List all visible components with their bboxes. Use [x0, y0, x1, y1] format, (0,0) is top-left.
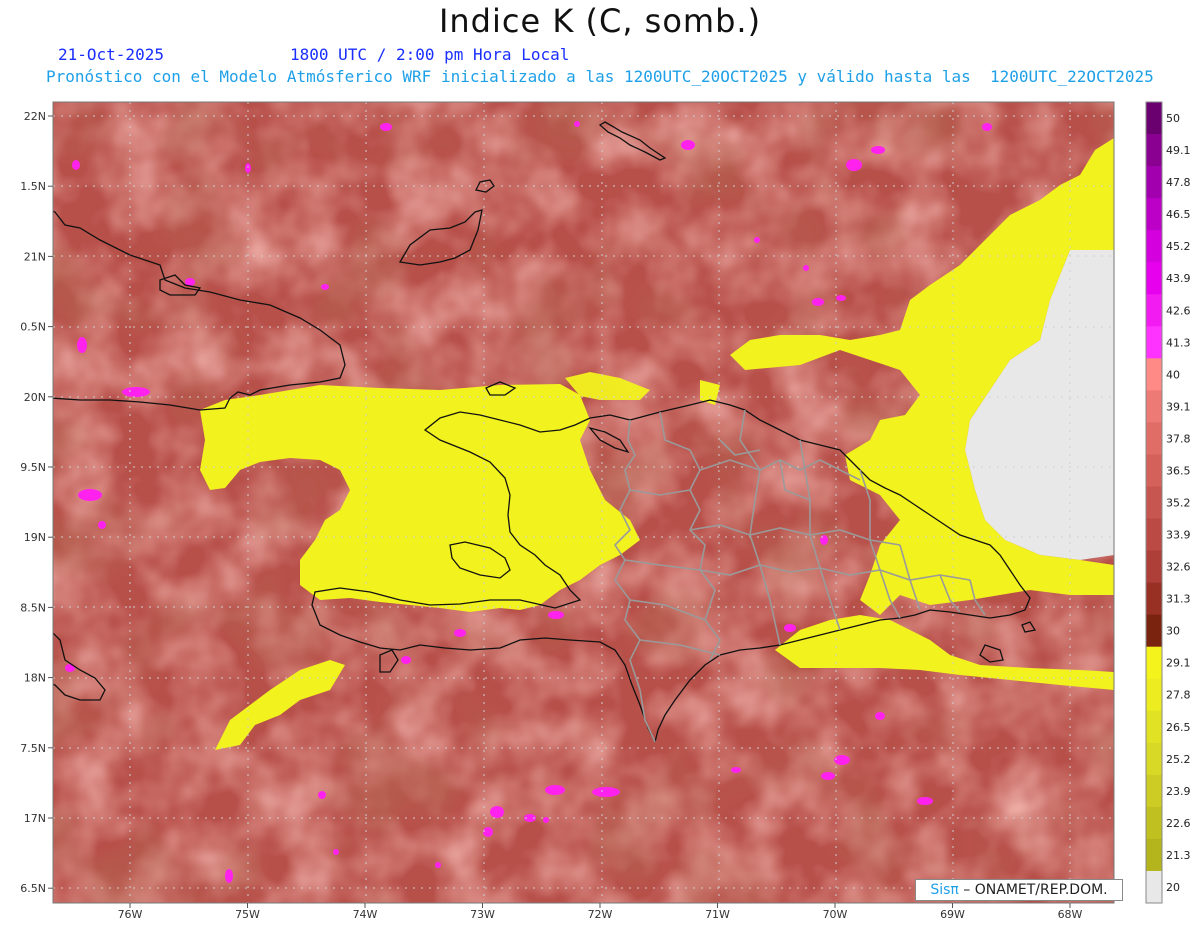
colorbar-label: 23.9	[1166, 785, 1191, 798]
colorbar-swatch	[1146, 774, 1162, 808]
lon-label: 76W	[118, 908, 143, 921]
colorbar-label: 50	[1166, 112, 1180, 125]
colorbar-label: 33.9	[1166, 529, 1191, 542]
lat-label: 8.5N	[20, 601, 46, 614]
colorbar-swatch	[1146, 294, 1162, 327]
colorbar-label: 25.2	[1166, 753, 1191, 766]
lat-label: 0.5N	[20, 321, 46, 334]
colorbar-swatch	[1146, 486, 1162, 520]
colorbar-label: 41.3	[1166, 336, 1191, 349]
colorbar-label: 45.2	[1166, 240, 1191, 253]
latitude-labels: 22N 1.5N 21N 0.5N 20N 9.5N 19N 8.5N 18N 7.5N 17N 6.…	[20, 110, 53, 895]
colorbar-swatch	[1146, 102, 1162, 135]
lat-label: 19N	[24, 531, 46, 544]
shaded-field	[53, 102, 1114, 903]
lat-label: 17N	[24, 812, 46, 825]
colorbar-swatch	[1146, 134, 1162, 167]
colorbar-swatch	[1146, 806, 1162, 840]
lon-label: 71W	[705, 908, 730, 921]
lon-label: 72W	[588, 908, 613, 921]
colorbar-label: 21.3	[1166, 849, 1191, 862]
lon-label: 70W	[823, 908, 848, 921]
k-index-map: 22N 1.5N 21N 0.5N 20N 9.5N 19N 8.5N 18N 7.5N 17N 6.…	[20, 101, 1191, 921]
longitude-labels: 76W 75W 74W 73W 72W 71W 70W 69W 68W	[118, 903, 1083, 921]
colorbar-swatch	[1146, 646, 1162, 680]
lon-label: 69W	[940, 908, 965, 921]
colorbar-label: 42.6	[1166, 304, 1191, 317]
colorbar-swatch	[1146, 518, 1162, 552]
colorbar-label: 37.8	[1166, 432, 1191, 445]
colorbar-label: 46.5	[1166, 208, 1191, 221]
colorbar-label: 31.3	[1166, 593, 1191, 606]
colorbar-swatch	[1146, 262, 1162, 295]
colorbar-swatch	[1146, 838, 1162, 872]
colorbar-label: 40	[1166, 368, 1180, 381]
credit-text: – ONAMET/REP.DOM.	[958, 882, 1108, 898]
lat-label: 18N	[24, 672, 46, 685]
colorbar-swatch	[1146, 198, 1162, 231]
colorbar-label: 20	[1166, 881, 1180, 894]
colorbar-label: 47.8	[1166, 176, 1191, 189]
lon-label: 73W	[470, 908, 495, 921]
colorbar-swatch	[1146, 454, 1162, 487]
colorbar-label: 39.1	[1166, 400, 1191, 413]
lat-label: 6.5N	[20, 882, 46, 895]
colorbar-label: 30	[1166, 625, 1180, 638]
colorbar-label: 36.5	[1166, 464, 1191, 477]
colorbar-swatch	[1146, 678, 1162, 712]
colorbar-swatch	[1146, 742, 1162, 776]
colorbar-label: 43.9	[1166, 272, 1191, 285]
lon-label: 68W	[1058, 908, 1083, 921]
colorbar-swatch	[1146, 166, 1162, 199]
colorbar-label: 29.1	[1166, 657, 1191, 670]
colorbar-label: 26.5	[1166, 721, 1191, 734]
colorbar-swatch	[1146, 390, 1162, 423]
lon-label: 74W	[353, 908, 378, 921]
colorbar-label: 32.6	[1166, 561, 1191, 574]
colorbar-swatch	[1146, 550, 1162, 584]
lat-label: 7.5N	[20, 742, 46, 755]
sis-logo: Sisπ	[930, 882, 959, 898]
colorbar-label: 35.2	[1166, 497, 1191, 510]
colorbar-swatch	[1146, 710, 1162, 744]
colorbar-label: 22.6	[1166, 817, 1191, 830]
colorbar-label: 49.1	[1166, 144, 1191, 157]
lat-label: 21N	[24, 250, 46, 263]
credit-box: Sisπ – ONAMET/REP.DOM.	[915, 879, 1123, 901]
colorbar-swatch	[1146, 870, 1162, 904]
lon-label: 75W	[235, 908, 260, 921]
colorbar-label: 27.8	[1166, 689, 1191, 702]
lat-label: 22N	[24, 110, 46, 123]
lat-label: 9.5N	[20, 461, 46, 474]
colorbar: 50 49.1 47.8 46.5 45.2 43.9 42.6 41.3 40 39.1 37.8…	[1145, 101, 1191, 904]
colorbar-swatch	[1146, 358, 1162, 391]
colorbar-swatch	[1146, 422, 1162, 455]
colorbar-swatch	[1146, 582, 1162, 616]
lat-label: 1.5N	[20, 180, 46, 193]
lat-label: 20N	[24, 391, 46, 404]
colorbar-swatch	[1146, 230, 1162, 263]
colorbar-swatch	[1146, 326, 1162, 359]
colorbar-swatch	[1146, 614, 1162, 648]
